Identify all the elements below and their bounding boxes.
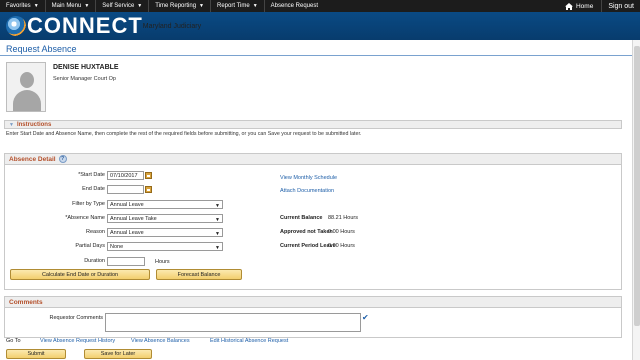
instructions-header[interactable]: ▼ Instructions <box>4 120 622 129</box>
sign-out-link[interactable]: Sign out <box>601 0 640 12</box>
partial-days-select[interactable]: None ▼ <box>107 242 223 251</box>
nav-favorites[interactable]: Favorites ▼ <box>0 0 46 12</box>
absence-name-value: Annual Leave Take <box>110 215 157 222</box>
title-divider <box>0 55 640 56</box>
dropdown-arrow-icon: ▼ <box>215 217 220 223</box>
employee-title: Senior Manager Court Op <box>53 76 116 82</box>
reason-value: Annual Leave <box>110 229 144 236</box>
absence-detail-title: Absence Detail <box>9 155 56 163</box>
view-absence-balances-link[interactable]: View Absence Balances <box>131 338 190 344</box>
end-date-label: End Date <box>82 186 105 192</box>
absence-name-select[interactable]: Annual Leave Take ▼ <box>107 214 223 223</box>
current-balance-value: 88.21 Hours <box>328 215 358 221</box>
home-button[interactable]: Home <box>557 2 601 10</box>
duration-input[interactable] <box>107 257 145 266</box>
spell-check-icon[interactable]: ✔ <box>362 313 369 322</box>
nav-main-menu[interactable]: Main Menu ▼ <box>46 0 97 12</box>
collapse-arrow-icon: ▼ <box>9 121 14 128</box>
partial-days-value: None <box>110 243 124 250</box>
attach-documentation-link[interactable]: Attach Documentation <box>280 188 334 194</box>
view-absence-request-history-link[interactable]: View Absence Request History <box>40 338 115 344</box>
approved-not-taken-label: Approved not Taken <box>280 229 333 235</box>
filter-type-label: Filter by Type <box>72 201 105 207</box>
start-date-input[interactable]: 07/10/2017 <box>107 171 144 180</box>
scrollbar-thumb[interactable] <box>634 46 640 326</box>
nav-self-service[interactable]: Self Service ▼ <box>96 0 150 12</box>
filter-type-select[interactable]: Annual Leave ▼ <box>107 200 223 209</box>
nav-absence-request-label: Absence Request <box>270 3 319 9</box>
calendar-icon[interactable] <box>145 172 152 179</box>
brand-banner: CONNECT Maryland Judiciary <box>0 12 640 40</box>
calendar-icon[interactable] <box>145 186 152 193</box>
chevron-down-icon: ▼ <box>252 3 258 9</box>
save-for-later-button[interactable]: Save for Later <box>84 349 152 359</box>
connect-logo: CONNECT <box>6 13 143 38</box>
instructions-text: Enter Start Date and Absence Name, then … <box>6 131 362 137</box>
comments-title: Comments <box>9 298 43 306</box>
home-label: Home <box>575 2 594 10</box>
reason-select[interactable]: Annual Leave ▼ <box>107 228 223 237</box>
nav-time-reporting-label: Time Reporting <box>155 3 197 9</box>
chevron-down-icon: ▼ <box>33 3 39 9</box>
requestor-comments-label: Requestor Comments <box>49 315 104 321</box>
chevron-down-icon: ▼ <box>84 3 90 9</box>
current-balance-label: Current Balance <box>280 215 323 221</box>
nav-favorites-label: Favorites <box>6 3 31 9</box>
brand-tagline: Maryland Judiciary <box>142 22 202 30</box>
nav-report-time-label: Report Time <box>217 3 250 9</box>
current-period-leave-value: 0.00 Hours <box>328 243 355 249</box>
avatar-head-shape <box>20 72 34 88</box>
view-monthly-schedule-link[interactable]: View Monthly Schedule <box>280 175 337 181</box>
nav-time-reporting[interactable]: Time Reporting ▼ <box>149 0 211 12</box>
comments-header: Comments <box>5 297 621 308</box>
globe-logo-icon <box>6 16 26 36</box>
nav-report-time[interactable]: Report Time ▼ <box>211 0 265 12</box>
nav-absence-request[interactable]: Absence Request <box>265 0 324 12</box>
chevron-down-icon: ▼ <box>199 3 204 9</box>
reason-label: Reason <box>86 229 105 235</box>
nav-main-menu-label: Main Menu <box>51 3 82 9</box>
requestor-comments-textarea[interactable] <box>105 313 361 332</box>
help-icon[interactable]: ? <box>58 155 67 163</box>
absence-name-label: *Absence Name <box>65 215 105 221</box>
dropdown-arrow-icon: ▼ <box>215 245 220 251</box>
top-nav-bar: Favorites ▼ Main Menu ▼ Self Service ▼ Time… <box>0 0 640 12</box>
instructions-title: Instructions <box>16 121 52 128</box>
partial-days-label: Partial Days <box>75 243 105 249</box>
duration-label: Duration <box>84 258 105 264</box>
filter-type-value: Annual Leave <box>110 201 144 208</box>
page-title: Request Absence <box>6 44 77 54</box>
dropdown-arrow-icon: ▼ <box>215 231 220 237</box>
home-icon <box>564 2 573 10</box>
goto-label: Go To <box>6 338 21 344</box>
brand-name: CONNECT <box>27 13 143 38</box>
employee-name: DENISE HUXTABLE <box>53 64 119 71</box>
nav-self-service-label: Self Service <box>102 3 135 9</box>
calculate-end-date-button[interactable]: Calculate End Date or Duration <box>10 269 150 280</box>
submit-button[interactable]: Submit <box>6 349 66 359</box>
absence-detail-header: Absence Detail ? <box>5 154 621 165</box>
vertical-scrollbar[interactable] <box>632 40 640 360</box>
end-date-input[interactable] <box>107 185 144 194</box>
start-date-label: *Start Date <box>78 172 105 178</box>
sign-out-label: Sign out <box>608 2 634 10</box>
hours-unit-label: Hours <box>155 259 170 265</box>
approved-not-taken-value: 0.00 Hours <box>328 229 355 235</box>
edit-historical-absence-request-link[interactable]: Edit Historical Absence Request <box>210 338 288 344</box>
forecast-balance-button[interactable]: Forecast Balance <box>156 269 242 280</box>
dropdown-arrow-icon: ▼ <box>215 203 220 209</box>
chevron-down-icon: ▼ <box>137 3 143 9</box>
avatar-body-shape <box>13 90 41 111</box>
avatar <box>6 62 46 112</box>
